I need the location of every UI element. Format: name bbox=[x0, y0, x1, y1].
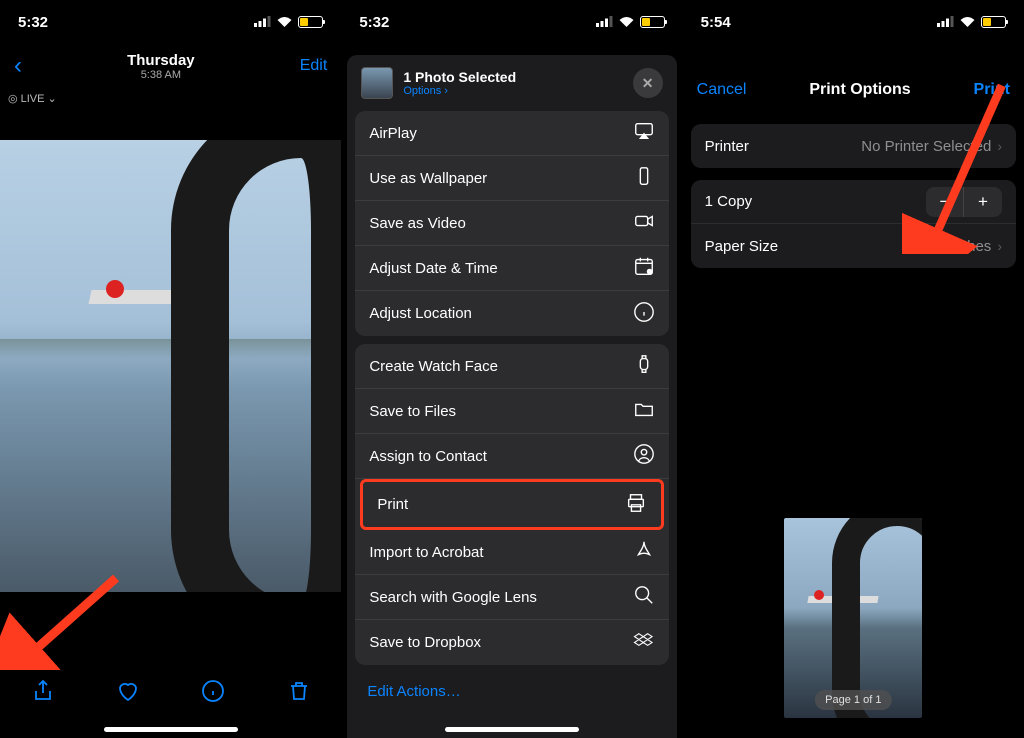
preview-thumbnail: Page 1 of 1 bbox=[784, 518, 922, 718]
chevron-right-icon: › bbox=[997, 238, 1002, 254]
printer-row[interactable]: Printer No Printer Selected› bbox=[691, 124, 1016, 168]
action-label: Adjust Date & Time bbox=[369, 260, 497, 277]
share-sheet: 1 Photo Selected Options › ✕ AirPlay Use … bbox=[347, 55, 676, 738]
action-create-watch-face[interactable]: Create Watch Face bbox=[355, 344, 668, 389]
stepper-minus[interactable]: − bbox=[926, 187, 964, 217]
back-button[interactable]: ‹ bbox=[14, 52, 22, 80]
copies-stepper: − + bbox=[926, 187, 1002, 217]
acrobat-icon bbox=[633, 539, 655, 565]
action-label: Adjust Location bbox=[369, 305, 472, 322]
printer-group: Printer No Printer Selected› bbox=[691, 124, 1016, 168]
nav-bar: Cancel Print Options Print bbox=[683, 68, 1024, 112]
paper-size-row[interactable]: Paper Size 4 x 6 inches› bbox=[691, 224, 1016, 268]
action-search-with-google-lens[interactable]: Search with Google Lens bbox=[355, 575, 668, 620]
sheet-title: 1 Photo Selected bbox=[403, 69, 516, 85]
status-icons bbox=[596, 14, 665, 31]
signal-icon bbox=[596, 14, 613, 31]
copies-row: 1 Copy − + bbox=[691, 180, 1016, 224]
status-bar: 5:54 bbox=[683, 0, 1024, 44]
video-icon bbox=[633, 210, 655, 236]
actions-group-2: Create Watch Face Save to Files Assign to … bbox=[355, 344, 668, 665]
bottom-toolbar bbox=[0, 668, 341, 718]
status-icons bbox=[937, 14, 1006, 31]
action-label: Use as Wallpaper bbox=[369, 170, 487, 187]
edit-actions-button[interactable]: Edit Actions… bbox=[347, 673, 676, 710]
action-label: Save as Video bbox=[369, 215, 465, 232]
calendar-icon bbox=[633, 255, 655, 281]
action-label: Save to Files bbox=[369, 403, 456, 420]
action-print[interactable]: Print bbox=[363, 482, 660, 527]
page-badge: Page 1 of 1 bbox=[815, 690, 891, 710]
print-icon bbox=[625, 492, 647, 518]
search-icon bbox=[633, 584, 655, 610]
close-icon[interactable]: ✕ bbox=[633, 68, 663, 98]
highlight-annotation: Print bbox=[360, 479, 663, 530]
action-label: AirPlay bbox=[369, 125, 417, 142]
watch-icon bbox=[633, 353, 655, 379]
action-label: Print bbox=[377, 496, 408, 513]
battery-icon bbox=[981, 16, 1006, 28]
battery-icon bbox=[298, 16, 323, 28]
print-options-screen: 5:54 Cancel Print Options Print Printer … bbox=[683, 0, 1024, 738]
nav-title: Thursday 5:38 AM bbox=[127, 52, 195, 81]
share-sheet-screen: 5:32 1 Photo Selected Options › ✕ AirPla… bbox=[341, 0, 682, 738]
signal-icon bbox=[937, 14, 954, 31]
action-label: Import to Acrobat bbox=[369, 544, 483, 561]
action-airplay[interactable]: AirPlay bbox=[355, 111, 668, 156]
status-icons bbox=[254, 14, 323, 31]
folder-icon bbox=[633, 398, 655, 424]
action-import-to-acrobat[interactable]: Import to Acrobat bbox=[355, 530, 668, 575]
status-time: 5:32 bbox=[18, 14, 48, 31]
status-time: 5:54 bbox=[701, 14, 731, 31]
status-time: 5:32 bbox=[359, 14, 389, 31]
sheet-header: 1 Photo Selected Options › ✕ bbox=[347, 55, 676, 111]
page-title: Print Options bbox=[809, 81, 910, 99]
action-save-to-dropbox[interactable]: Save to Dropbox bbox=[355, 620, 668, 665]
sheet-thumbnail bbox=[361, 67, 393, 99]
battery-icon bbox=[640, 16, 665, 28]
action-save-to-files[interactable]: Save to Files bbox=[355, 389, 668, 434]
action-assign-to-contact[interactable]: Assign to Contact bbox=[355, 434, 668, 479]
edit-button[interactable]: Edit bbox=[300, 57, 328, 75]
trash-icon[interactable] bbox=[287, 679, 311, 708]
photos-detail-screen: 5:32 ‹ Thursday 5:38 AM Edit ◎ LIVE ⌄ bbox=[0, 0, 341, 738]
action-adjust-location[interactable]: Adjust Location bbox=[355, 291, 668, 336]
action-label: Assign to Contact bbox=[369, 448, 487, 465]
share-icon[interactable] bbox=[31, 679, 55, 708]
nav-bar: ‹ Thursday 5:38 AM Edit bbox=[0, 44, 341, 88]
actions-group-1: AirPlay Use as Wallpaper Save as Video Adju… bbox=[355, 111, 668, 336]
wifi-icon bbox=[276, 14, 293, 31]
heart-icon[interactable] bbox=[116, 679, 140, 708]
action-save-as-video[interactable]: Save as Video bbox=[355, 201, 668, 246]
photo-viewport[interactable] bbox=[0, 140, 341, 592]
dropbox-icon bbox=[633, 630, 655, 656]
status-bar: 5:32 bbox=[341, 0, 682, 44]
action-label: Search with Google Lens bbox=[369, 589, 537, 606]
action-label: Save to Dropbox bbox=[369, 634, 481, 651]
chevron-right-icon: › bbox=[997, 138, 1002, 154]
status-bar: 5:32 bbox=[0, 0, 341, 44]
print-settings-group: 1 Copy − + Paper Size 4 x 6 inches› bbox=[691, 180, 1016, 268]
home-indicator[interactable] bbox=[104, 727, 238, 732]
location-icon bbox=[633, 301, 655, 327]
info-icon[interactable] bbox=[201, 679, 225, 708]
contact-icon bbox=[633, 443, 655, 469]
print-preview[interactable]: Page 1 of 1 bbox=[784, 518, 922, 718]
cancel-button[interactable]: Cancel bbox=[697, 81, 747, 99]
signal-icon bbox=[254, 14, 271, 31]
wifi-icon bbox=[959, 14, 976, 31]
action-adjust-date-time[interactable]: Adjust Date & Time bbox=[355, 246, 668, 291]
home-indicator[interactable] bbox=[445, 727, 579, 732]
options-button[interactable]: Options › bbox=[403, 85, 516, 97]
action-label: Create Watch Face bbox=[369, 358, 498, 375]
wifi-icon bbox=[618, 14, 635, 31]
print-button[interactable]: Print bbox=[974, 81, 1010, 99]
airplay-icon bbox=[633, 120, 655, 146]
live-badge[interactable]: ◎ LIVE ⌄ bbox=[8, 92, 57, 105]
wallpaper-icon bbox=[633, 165, 655, 191]
action-use-as-wallpaper[interactable]: Use as Wallpaper bbox=[355, 156, 668, 201]
stepper-plus[interactable]: + bbox=[964, 187, 1002, 217]
